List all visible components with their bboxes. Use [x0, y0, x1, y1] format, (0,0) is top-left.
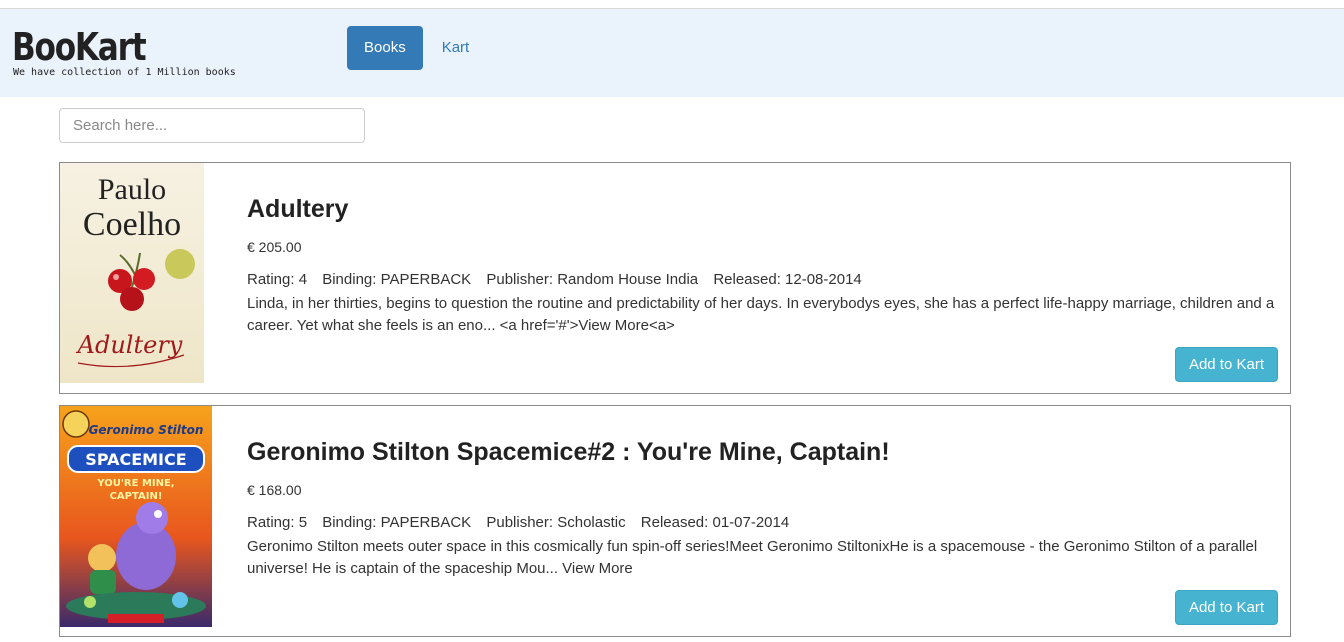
- book-released: Released: 12-08-2014: [713, 271, 862, 288]
- book-rating: Rating: 5: [247, 514, 308, 531]
- book-card: Geronimo Stilton SPACEMICE YOU'RE MINE, …: [59, 405, 1291, 637]
- book-meta: Rating: 4 Binding: PAPERBACK Publisher: …: [247, 271, 873, 288]
- svg-text:Adultery: Adultery: [76, 331, 183, 359]
- main-nav: Books Kart: [347, 26, 488, 70]
- header: BooKart We have collection of 1 Million …: [0, 9, 1344, 97]
- book-publisher: Publisher: Random House India: [486, 271, 699, 288]
- svg-text:Geronimo Stilton: Geronimo Stilton: [89, 423, 204, 437]
- book-rating: Rating: 4: [247, 271, 308, 288]
- svg-text:Coelho: Coelho: [83, 206, 181, 243]
- top-border: [0, 0, 1344, 9]
- add-to-kart-button[interactable]: Add to Kart: [1174, 590, 1278, 625]
- add-to-kart-button[interactable]: Add to Kart: [1174, 347, 1278, 382]
- book-binding: Binding: PAPERBACK: [322, 514, 472, 531]
- svg-text:YOU'RE MINE,: YOU'RE MINE,: [96, 478, 174, 489]
- book-price: € 168.00: [247, 482, 302, 498]
- book-publisher: Publisher: Scholastic: [486, 514, 626, 531]
- search-input[interactable]: [59, 108, 365, 143]
- brand-title[interactable]: BooKart: [12, 28, 195, 66]
- book-meta: Rating: 5 Binding: PAPERBACK Publisher: …: [247, 514, 800, 531]
- book-description: Geronimo Stilton meets outer space in th…: [247, 538, 1258, 577]
- book-title[interactable]: Geronimo Stilton Spacemice#2 : You're Mi…: [247, 438, 890, 467]
- book-price: € 205.00: [247, 239, 302, 255]
- book-title[interactable]: Adultery: [247, 195, 348, 224]
- nav-books-tab[interactable]: Books: [347, 26, 423, 70]
- book-description: Linda, in her thirties, begins to questi…: [247, 295, 1275, 334]
- nav-kart-tab[interactable]: Kart: [425, 26, 487, 70]
- book-binding: Binding: PAPERBACK: [322, 271, 472, 288]
- brand: BooKart We have collection of 1 Million …: [12, 28, 236, 78]
- svg-text:CAPTAIN!: CAPTAIN!: [110, 491, 163, 502]
- svg-text:Paulo: Paulo: [98, 173, 166, 206]
- svg-text:SPACEMICE: SPACEMICE: [85, 450, 186, 469]
- book-cover-image[interactable]: Geronimo Stilton SPACEMICE YOU'RE MINE, …: [60, 406, 212, 627]
- book-cover-image[interactable]: Paulo Coelho Adultery: [60, 163, 204, 383]
- book-card: Paulo Coelho Adultery Adultery € 205.00 …: [59, 162, 1291, 394]
- book-released: Released: 01-07-2014: [640, 514, 790, 531]
